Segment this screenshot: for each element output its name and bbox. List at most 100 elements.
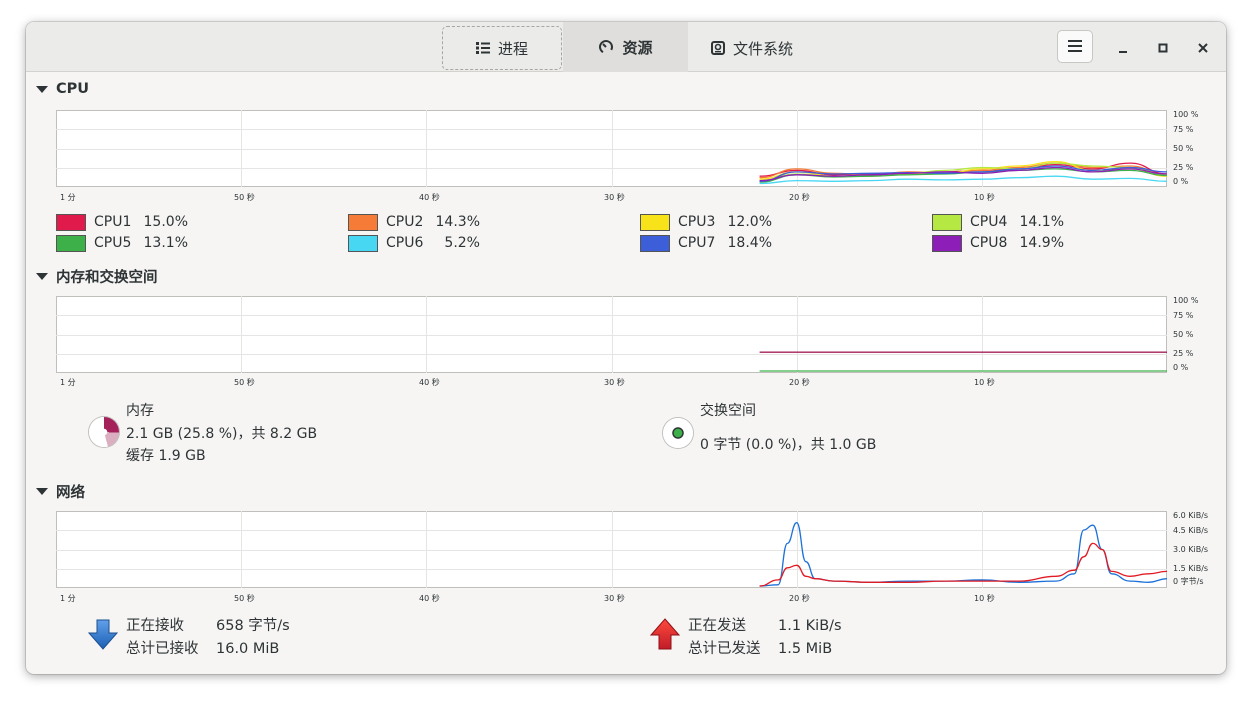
cpu1-color-swatch[interactable] [56, 213, 86, 231]
sending-value: 1.1 KiB/s [778, 618, 842, 634]
y-tick: 6.0 KiB/s [1173, 511, 1209, 520]
expander-arrow-icon [36, 488, 48, 495]
memory-cache: 缓存 1.9 GB [126, 448, 206, 464]
gauge-icon [598, 39, 614, 55]
x-tick: 40 秒 [419, 378, 440, 387]
section-memory-header[interactable]: 内存和交换空间 [36, 266, 158, 287]
maximize-icon [1158, 38, 1168, 57]
expander-arrow-icon [36, 273, 48, 280]
y-tick: 4.5 KiB/s [1173, 526, 1209, 535]
graph-background [56, 110, 1167, 187]
x-tick: 50 秒 [234, 594, 255, 603]
header-bar: 进程 资源 文件系统 [26, 22, 1226, 72]
y-tick: 0 字节/s [1173, 577, 1204, 586]
receiving-value: 658 字节/s [216, 618, 290, 634]
cpu-name: CPU4 [970, 214, 1008, 230]
cpu-value: 15.0% [143, 214, 188, 230]
download-arrow-icon[interactable] [87, 619, 119, 655]
close-button[interactable] [1191, 35, 1215, 59]
x-tick: 10 秒 [974, 378, 995, 387]
hamburger-icon [1068, 37, 1082, 56]
cpu-legend-item[interactable]: CPU8 14.9% [932, 234, 1064, 252]
section-memory-title: 内存和交换空间 [56, 270, 158, 286]
cpu-legend-item[interactable]: CPU6 5.2% [348, 234, 480, 252]
cpu3-color-swatch[interactable] [640, 213, 670, 231]
section-cpu-header[interactable]: CPU [36, 81, 89, 97]
cpu-legend-item[interactable]: CPU1 15.0% [56, 213, 188, 231]
y-tick: 100 % [1173, 110, 1199, 119]
cpu-value: 13.1% [143, 235, 188, 251]
y-tick: 25 % [1173, 349, 1194, 358]
sending-row: 正在发送 1.1 KiB/s [688, 615, 842, 638]
y-tick: 0 % [1173, 177, 1189, 186]
cpu-value: 14.3% [435, 214, 480, 230]
x-tick: 50 秒 [234, 378, 255, 387]
network-graph-svg [56, 511, 1167, 588]
swap-label: 交换空间 [700, 403, 756, 419]
cpu-value: 12.0% [727, 214, 772, 230]
y-tick: 1.5 KiB/s [1173, 564, 1209, 573]
x-tick: 40 秒 [419, 193, 440, 202]
x-tick: 30 秒 [604, 594, 625, 603]
tab-processes-label: 进程 [497, 39, 528, 58]
tab-processes[interactable]: 进程 [442, 26, 562, 70]
total-sent-value: 1.5 MiB [778, 640, 833, 657]
tab-filesystems[interactable]: 文件系统 [692, 26, 812, 70]
cpu8-color-swatch[interactable] [932, 234, 962, 252]
receiving-row: 正在接收 658 字节/s [126, 615, 290, 638]
cpu-legend-item[interactable]: CPU3 12.0% [640, 213, 772, 231]
tab-resources[interactable]: 资源 [563, 22, 688, 72]
cpu5-color-swatch[interactable] [56, 234, 86, 252]
cpu-legend: CPU1 15.0% CPU2 14.3% CPU3 12.0% CPU4 14… [56, 213, 1156, 255]
section-network-header[interactable]: 网络 [36, 481, 85, 502]
memory-graph-svg [56, 296, 1167, 373]
close-icon [1198, 38, 1208, 57]
maximize-button[interactable] [1151, 35, 1175, 59]
cpu-name: CPU7 [678, 235, 716, 251]
main-menu-button[interactable] [1057, 30, 1093, 63]
y-tick: 50 % [1173, 330, 1194, 339]
cpu-value: 5.2% [444, 235, 480, 251]
memory-pie-icon[interactable] [89, 417, 119, 447]
cpu-name: CPU1 [94, 214, 132, 230]
cpu-x-axis: 1 分 50 秒 40 秒 30 秒 20 秒 10 秒 [56, 192, 1167, 204]
swap-pie-icon[interactable] [663, 418, 693, 448]
total-received-label: 总计已接收 [126, 640, 199, 657]
upload-arrow-icon[interactable] [649, 618, 681, 654]
x-tick: 10 秒 [974, 594, 995, 603]
memory-history-graph [56, 296, 1167, 373]
x-tick: 30 秒 [604, 193, 625, 202]
list-icon [475, 41, 490, 55]
cpu6-color-swatch[interactable] [348, 234, 378, 252]
system-monitor-window: 进程 资源 文件系统 CPU 100 % 75 % 50 % 25 % 0 % … [26, 22, 1226, 674]
memory-info: 内存 2.1 GB (25.8 %)，共 8.2 GB 缓存 1.9 GB [126, 400, 317, 468]
cpu2-color-swatch[interactable] [348, 213, 378, 231]
network-history-graph [56, 511, 1167, 588]
cpu-legend-item[interactable]: CPU5 13.1% [56, 234, 188, 252]
memory-x-axis: 1 分 50 秒 40 秒 30 秒 20 秒 10 秒 [56, 377, 1167, 389]
disk-icon [710, 41, 725, 55]
network-y-axis: 6.0 KiB/s 4.5 KiB/s 3.0 KiB/s 1.5 KiB/s … [1173, 511, 1226, 591]
cpu4-color-swatch[interactable] [932, 213, 962, 231]
cpu-legend-item[interactable]: CPU4 14.1% [932, 213, 1064, 231]
cpu-value: 14.1% [1019, 214, 1064, 230]
x-tick: 1 分 [60, 193, 76, 202]
total-sent-label: 总计已发送 [688, 640, 761, 657]
minimize-button[interactable] [1111, 35, 1135, 59]
cpu-name: CPU6 [386, 235, 424, 251]
y-tick: 75 % [1173, 125, 1194, 134]
network-x-axis: 1 分 50 秒 40 秒 30 秒 20 秒 10 秒 [56, 593, 1167, 605]
total-sent-row: 总计已发送 1.5 MiB [688, 638, 842, 661]
cpu7-color-swatch[interactable] [640, 234, 670, 252]
y-tick: 75 % [1173, 311, 1194, 320]
section-network-title: 网络 [56, 485, 85, 501]
cpu-legend-item[interactable]: CPU7 18.4% [640, 234, 772, 252]
tab-filesystems-label: 文件系统 [732, 39, 793, 58]
cpu-legend-item[interactable]: CPU2 14.3% [348, 213, 480, 231]
section-cpu-title: CPU [56, 81, 90, 97]
graph-background [56, 511, 1167, 588]
y-tick: 100 % [1173, 296, 1199, 305]
cpu-value: 14.9% [1019, 235, 1064, 251]
x-tick: 40 秒 [419, 594, 440, 603]
network-send-info: 正在发送 1.1 KiB/s 总计已发送 1.5 MiB [688, 615, 842, 660]
